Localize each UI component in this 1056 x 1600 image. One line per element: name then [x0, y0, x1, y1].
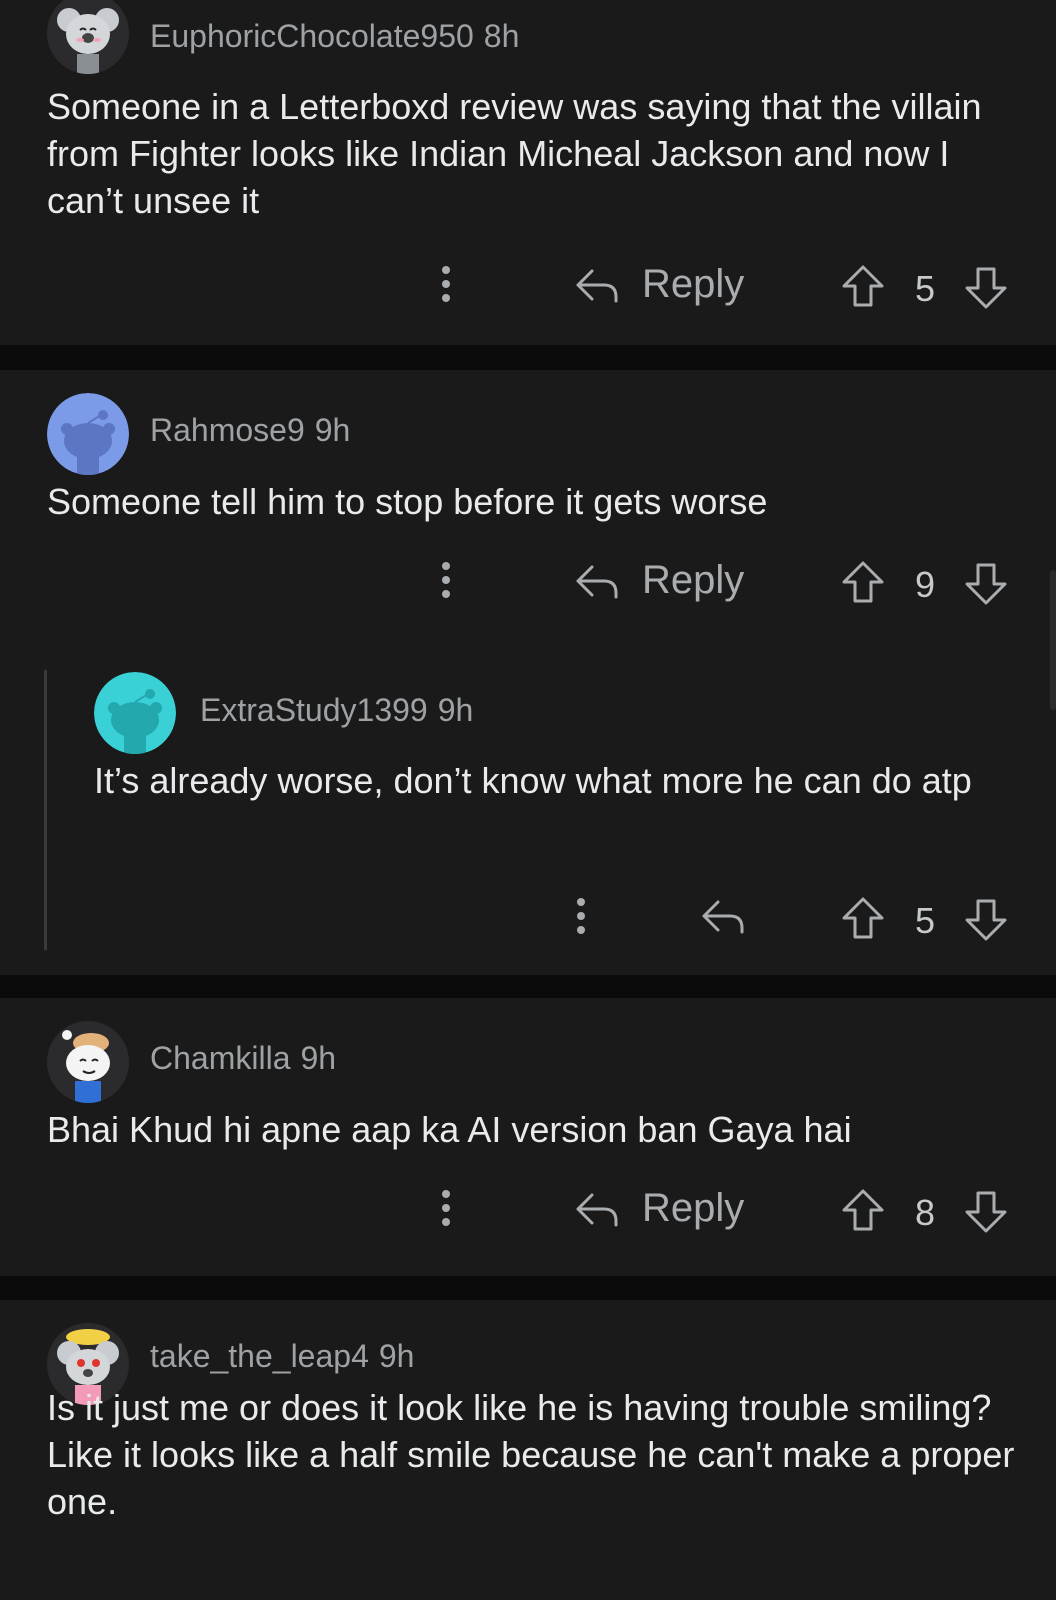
username[interactable]: EuphoricChocolate950: [150, 18, 474, 54]
upvote-icon[interactable]: [840, 1188, 886, 1232]
comment-author[interactable]: take_the_leap4 9h: [150, 1338, 414, 1375]
more-options-icon[interactable]: [436, 1188, 456, 1228]
comment-text: Is it just me or does it look like he is…: [47, 1387, 1015, 1522]
avatar[interactable]: [47, 1021, 129, 1103]
comment-card: EuphoricChocolate950 8h Someone in a Lett…: [0, 0, 1056, 345]
vote-count: 5: [914, 268, 936, 309]
downvote-icon[interactable]: [963, 266, 1009, 310]
reply-label: Reply: [642, 262, 745, 306]
reply-arrow-icon: [574, 1189, 620, 1229]
vote-count: 8: [914, 1192, 936, 1233]
reply-label: Reply: [642, 1186, 745, 1230]
scrollbar[interactable]: [1050, 570, 1056, 710]
reply-button[interactable]: Reply: [574, 262, 744, 307]
comment-author[interactable]: ExtraStudy1399 9h: [200, 692, 473, 729]
reply-button[interactable]: Reply: [574, 1186, 744, 1231]
comment-text: It’s already worse, don’t know what more…: [94, 760, 972, 801]
more-options-icon[interactable]: [436, 560, 456, 600]
timestamp: 9h: [437, 692, 474, 728]
timestamp: 9h: [378, 1338, 415, 1374]
thread-line[interactable]: [44, 670, 47, 950]
avatar[interactable]: [47, 0, 129, 74]
reply-button[interactable]: Reply: [574, 558, 744, 603]
comment-author[interactable]: EuphoricChocolate950 8h: [150, 18, 519, 55]
more-options-icon[interactable]: [436, 264, 456, 304]
upvote-icon[interactable]: [840, 264, 886, 308]
timestamp: 9h: [314, 412, 351, 448]
reply-arrow-icon: [574, 265, 620, 305]
reply-arrow-icon[interactable]: [700, 896, 746, 936]
timestamp: 8h: [483, 18, 520, 54]
comment-author[interactable]: Rahmose9 9h: [150, 412, 350, 449]
upvote-icon[interactable]: [840, 896, 886, 940]
avatar[interactable]: [47, 393, 129, 475]
downvote-icon[interactable]: [963, 1190, 1009, 1234]
vote-count: 9: [914, 564, 936, 605]
timestamp: 9h: [300, 1040, 337, 1076]
comment-card: Chamkilla 9h Bhai Khud hi apne aap ka AI …: [0, 998, 1056, 1276]
reply-label: Reply: [642, 558, 745, 602]
downvote-icon[interactable]: [963, 898, 1009, 942]
username[interactable]: ExtraStudy1399: [200, 692, 428, 728]
downvote-icon[interactable]: [963, 562, 1009, 606]
comment-card: take_the_leap4 9h Is it just me or does i…: [0, 1300, 1056, 1600]
comment-text: Someone in a Letterboxd review was sayin…: [47, 86, 982, 221]
more-options-icon[interactable]: [571, 896, 591, 936]
vote-count: 5: [914, 900, 936, 941]
username[interactable]: Chamkilla: [150, 1040, 290, 1076]
comment-card: Rahmose9 9h Someone tell him to stop befo…: [0, 370, 1056, 975]
comment-author[interactable]: Chamkilla 9h: [150, 1040, 336, 1077]
username[interactable]: take_the_leap4: [150, 1338, 369, 1374]
comment-text: Someone tell him to stop before it gets …: [47, 481, 768, 522]
username[interactable]: Rahmose9: [150, 412, 305, 448]
upvote-icon[interactable]: [840, 560, 886, 604]
reply-arrow-icon: [574, 561, 620, 601]
avatar[interactable]: [94, 672, 176, 754]
comment-text: Bhai Khud hi apne aap ka AI version ban …: [47, 1109, 852, 1150]
